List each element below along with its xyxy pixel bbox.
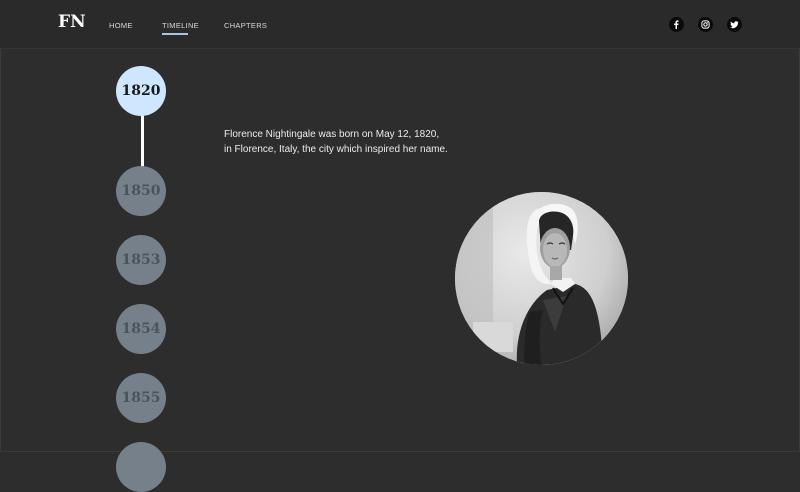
timeline-year-next[interactable] [116, 442, 166, 492]
event-description: Florence Nightingale was born on May 12,… [224, 128, 484, 157]
nav-active-indicator [162, 33, 188, 35]
timeline-year-1820[interactable]: 1820 [116, 66, 166, 116]
timeline-year-1850[interactable]: 1850 [116, 166, 166, 216]
nav-chapters-link[interactable]: CHAPTERS [224, 21, 267, 30]
instagram-icon[interactable] [698, 17, 713, 32]
site-logo[interactable]: FN [58, 12, 86, 32]
top-navbar: FN HOME TIMELINE CHAPTERS [0, 0, 800, 49]
twitter-icon[interactable] [727, 17, 742, 32]
timeline-year-1853[interactable]: 1853 [116, 235, 166, 285]
description-line: in Florence, Italy, the city which inspi… [224, 143, 448, 155]
description-line: Florence Nightingale was born on May 12,… [224, 129, 440, 140]
nav-timeline-link[interactable]: TIMELINE [162, 21, 199, 30]
timeline-year-1854[interactable]: 1854 [116, 304, 166, 354]
timeline-connector [141, 115, 144, 167]
portrait-image [455, 192, 628, 365]
facebook-icon[interactable] [669, 17, 684, 32]
nav-home-link[interactable]: HOME [109, 21, 133, 30]
timeline-year-1855[interactable]: 1855 [116, 373, 166, 423]
